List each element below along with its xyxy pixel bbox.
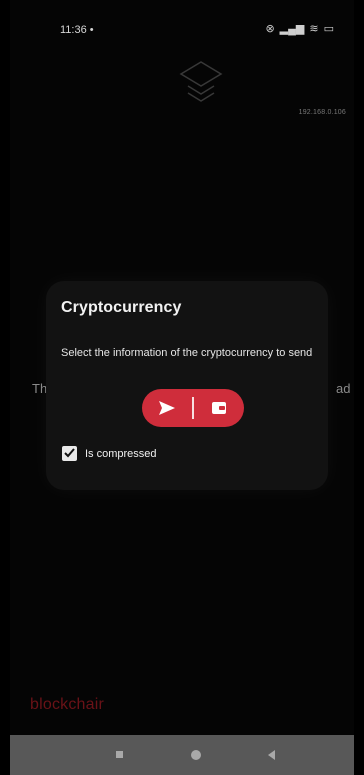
status-icons: ⊗ ▂▄▆ ≋ ▭ bbox=[265, 22, 334, 35]
battery-icon: ▭ bbox=[323, 23, 334, 35]
wifi-icon: ≋ bbox=[309, 23, 319, 35]
signal-icon: ▂▄▆ bbox=[279, 23, 305, 35]
back-button[interactable] bbox=[262, 745, 282, 765]
send-icon bbox=[159, 401, 175, 415]
background-text-left: Th bbox=[32, 381, 48, 396]
ip-address: 192.168.0.106 bbox=[298, 109, 346, 116]
wallet-button[interactable] bbox=[194, 389, 244, 427]
compress-checkbox-row[interactable]: Is compressed bbox=[62, 446, 157, 461]
cryptocurrency-dialog: Cryptocurrency Select the information of… bbox=[46, 281, 328, 490]
circle-icon bbox=[191, 750, 201, 760]
status-time: 11:36 • bbox=[60, 24, 94, 36]
background-text-right: ad bbox=[336, 381, 351, 396]
status-bar: 11:36 • ⊗ ▂▄▆ ≋ ▭ bbox=[10, 0, 354, 50]
alarm-icon: ⊗ bbox=[265, 23, 275, 35]
app-logo bbox=[179, 61, 223, 102]
back-triangle-icon bbox=[268, 750, 275, 760]
app-screen: 11:36 • ⊗ ▂▄▆ ≋ ▭ 192.168.0.106 Th ad Cr… bbox=[10, 0, 354, 775]
navigation-bar bbox=[10, 735, 354, 775]
action-pill bbox=[142, 389, 244, 427]
blockchair-link[interactable]: blockchair bbox=[30, 696, 104, 714]
dialog-message: Select the information of the cryptocurr… bbox=[61, 347, 313, 359]
dialog-title: Cryptocurrency bbox=[61, 299, 182, 316]
send-button[interactable] bbox=[142, 389, 192, 427]
home-button[interactable] bbox=[186, 745, 206, 765]
recent-apps-button[interactable] bbox=[110, 745, 130, 765]
wallet-icon bbox=[212, 402, 226, 414]
compress-checkbox[interactable] bbox=[62, 446, 77, 461]
square-icon bbox=[116, 751, 123, 758]
compress-label: Is compressed bbox=[85, 447, 157, 460]
checkmark-icon bbox=[64, 448, 75, 458]
